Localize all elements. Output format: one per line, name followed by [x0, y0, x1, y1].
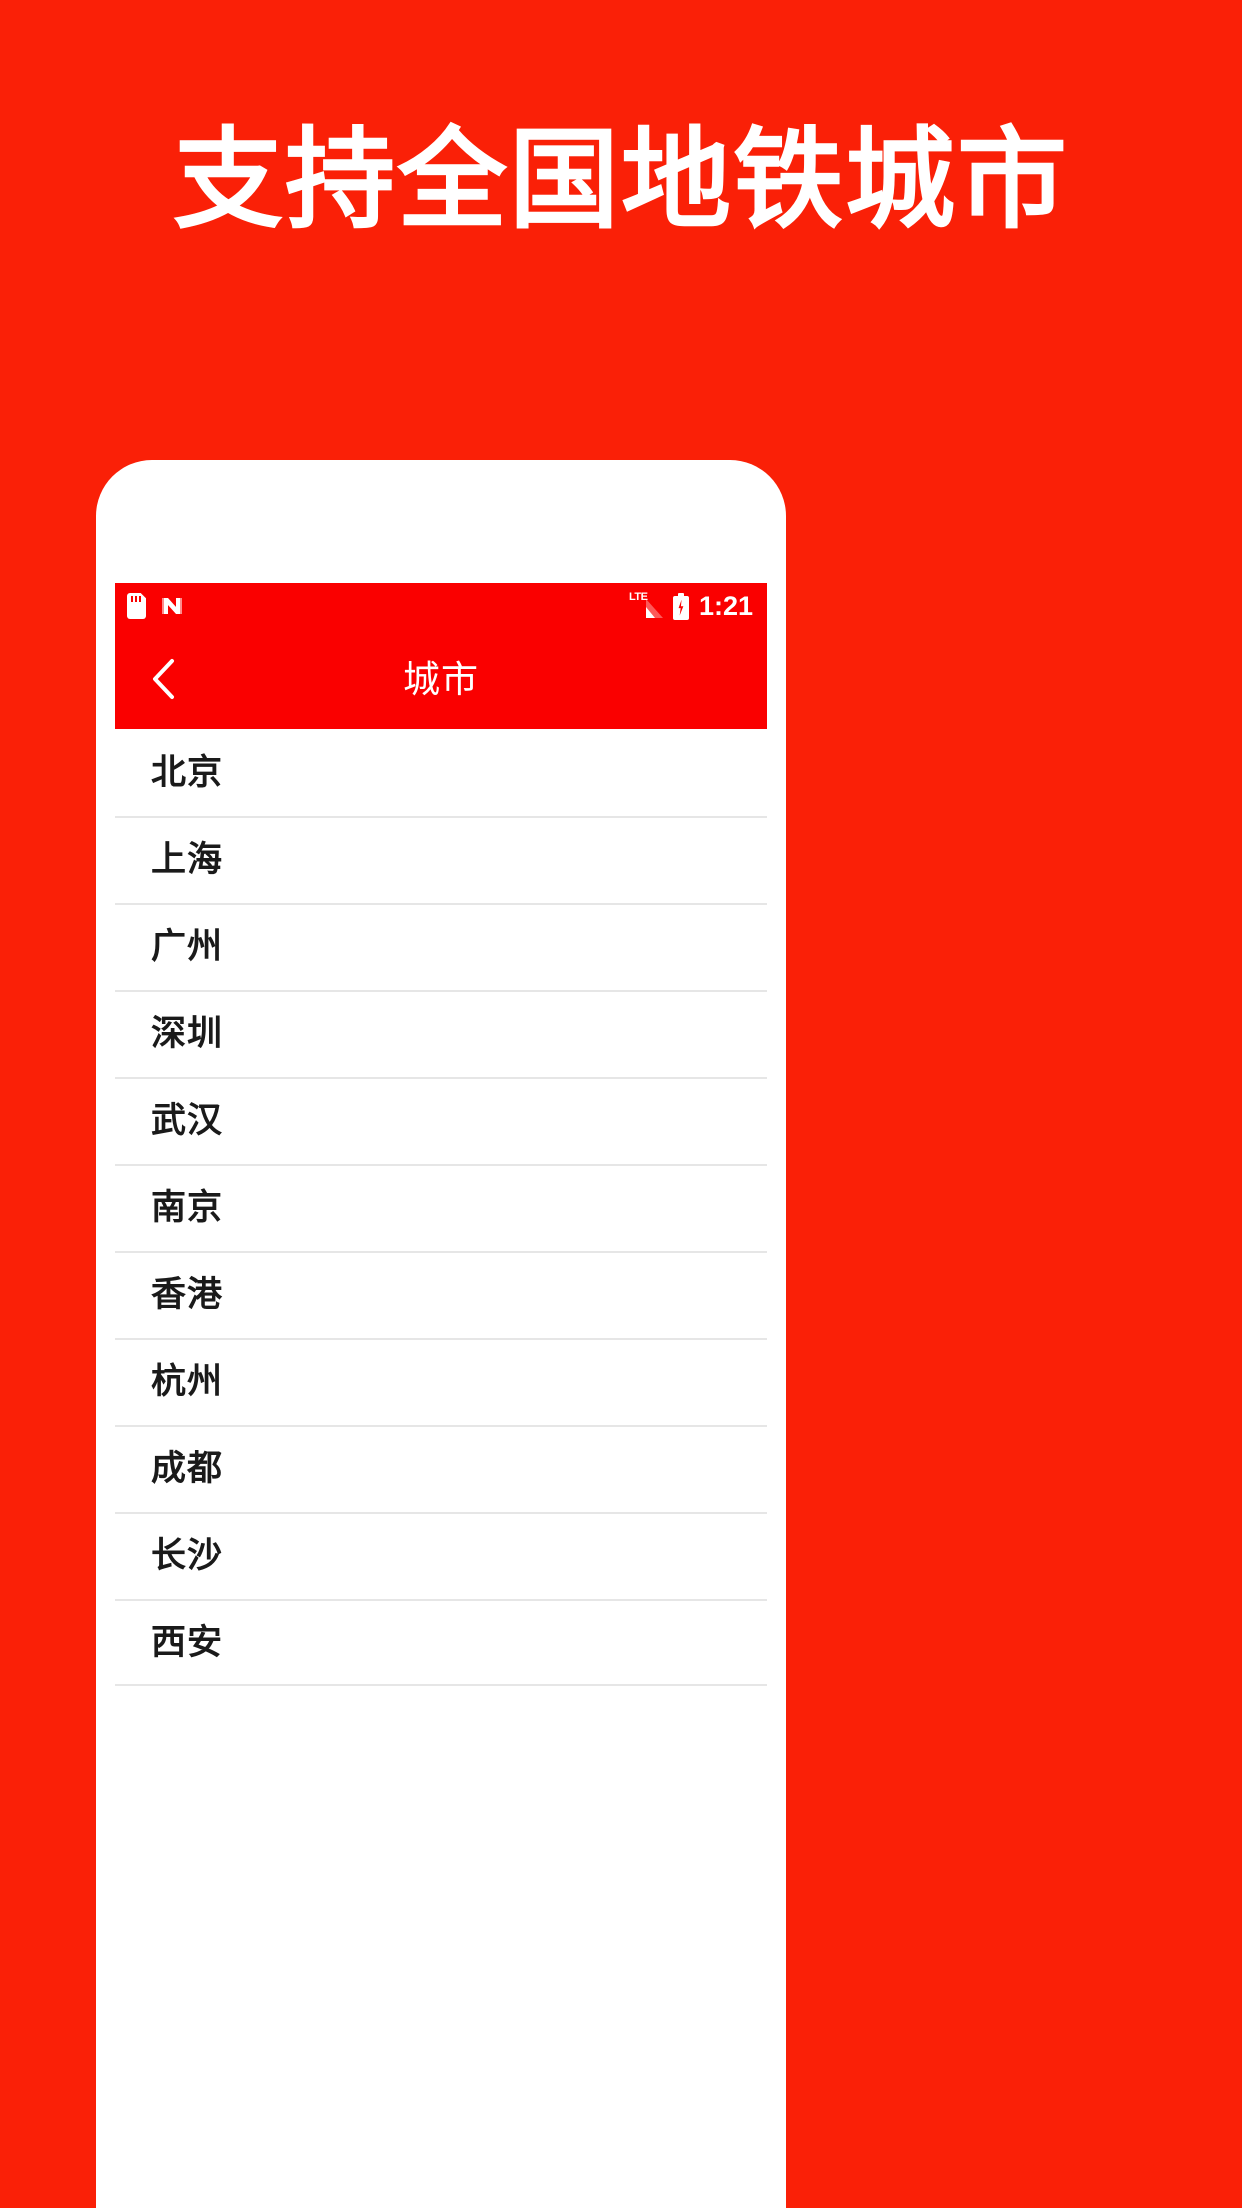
list-item[interactable]: 香港 — [115, 1251, 767, 1338]
list-item[interactable]: 杭州 — [115, 1338, 767, 1425]
city-name: 成都 — [151, 1449, 224, 1488]
app-bar-title: 城市 — [403, 658, 479, 700]
status-bar: LTE 1:21 — [115, 583, 767, 629]
list-item[interactable]: 成都 — [115, 1425, 767, 1512]
status-bar-left-icons — [127, 593, 184, 619]
lte-signal-icon: LTE — [628, 591, 663, 620]
nfc-icon — [160, 594, 184, 618]
promo-headline-container: 支持全国地铁城市 — [0, 118, 1242, 245]
city-name: 杭州 — [151, 1362, 224, 1401]
back-button[interactable] — [137, 652, 191, 706]
city-name: 武汉 — [151, 1101, 224, 1140]
city-name: 长沙 — [151, 1536, 224, 1575]
list-item[interactable]: 南京 — [115, 1164, 767, 1251]
lte-label: LTE — [628, 591, 648, 603]
status-bar-right-icons: LTE 1:21 — [628, 590, 753, 621]
city-list: 北京 上海 广州 深圳 武汉 南京 香港 杭州 成都 长沙 西安 — [115, 729, 767, 1686]
sd-card-icon — [127, 593, 146, 619]
list-item[interactable]: 武汉 — [115, 1077, 767, 1164]
city-name: 深圳 — [151, 1014, 224, 1053]
list-item[interactable]: 广州 — [115, 903, 767, 990]
status-bar-clock: 1:21 — [698, 590, 753, 621]
city-name: 西安 — [151, 1623, 224, 1662]
list-item[interactable]: 长沙 — [115, 1512, 767, 1599]
list-item[interactable]: 西安 — [115, 1599, 767, 1686]
city-name: 广州 — [151, 927, 224, 966]
list-item[interactable]: 上海 — [115, 816, 767, 903]
city-name: 北京 — [151, 753, 224, 792]
chevron-left-icon — [153, 659, 174, 699]
page-title: 支持全国地铁城市 — [173, 119, 1069, 242]
phone-screen: LTE 1:21 城市 北京 上海 广州 深圳 武汉 南京 香港 杭州 成都 长… — [115, 583, 767, 2208]
phone-mockup-frame: LTE 1:21 城市 北京 上海 广州 深圳 武汉 南京 香港 杭州 成都 长… — [96, 460, 786, 2208]
city-name: 上海 — [151, 840, 224, 879]
battery-charging-icon — [672, 592, 689, 620]
city-name: 香港 — [151, 1275, 224, 1314]
list-item[interactable]: 深圳 — [115, 990, 767, 1077]
list-item[interactable]: 北京 — [115, 729, 767, 816]
app-bar: 城市 — [115, 629, 767, 729]
city-name: 南京 — [151, 1188, 224, 1227]
